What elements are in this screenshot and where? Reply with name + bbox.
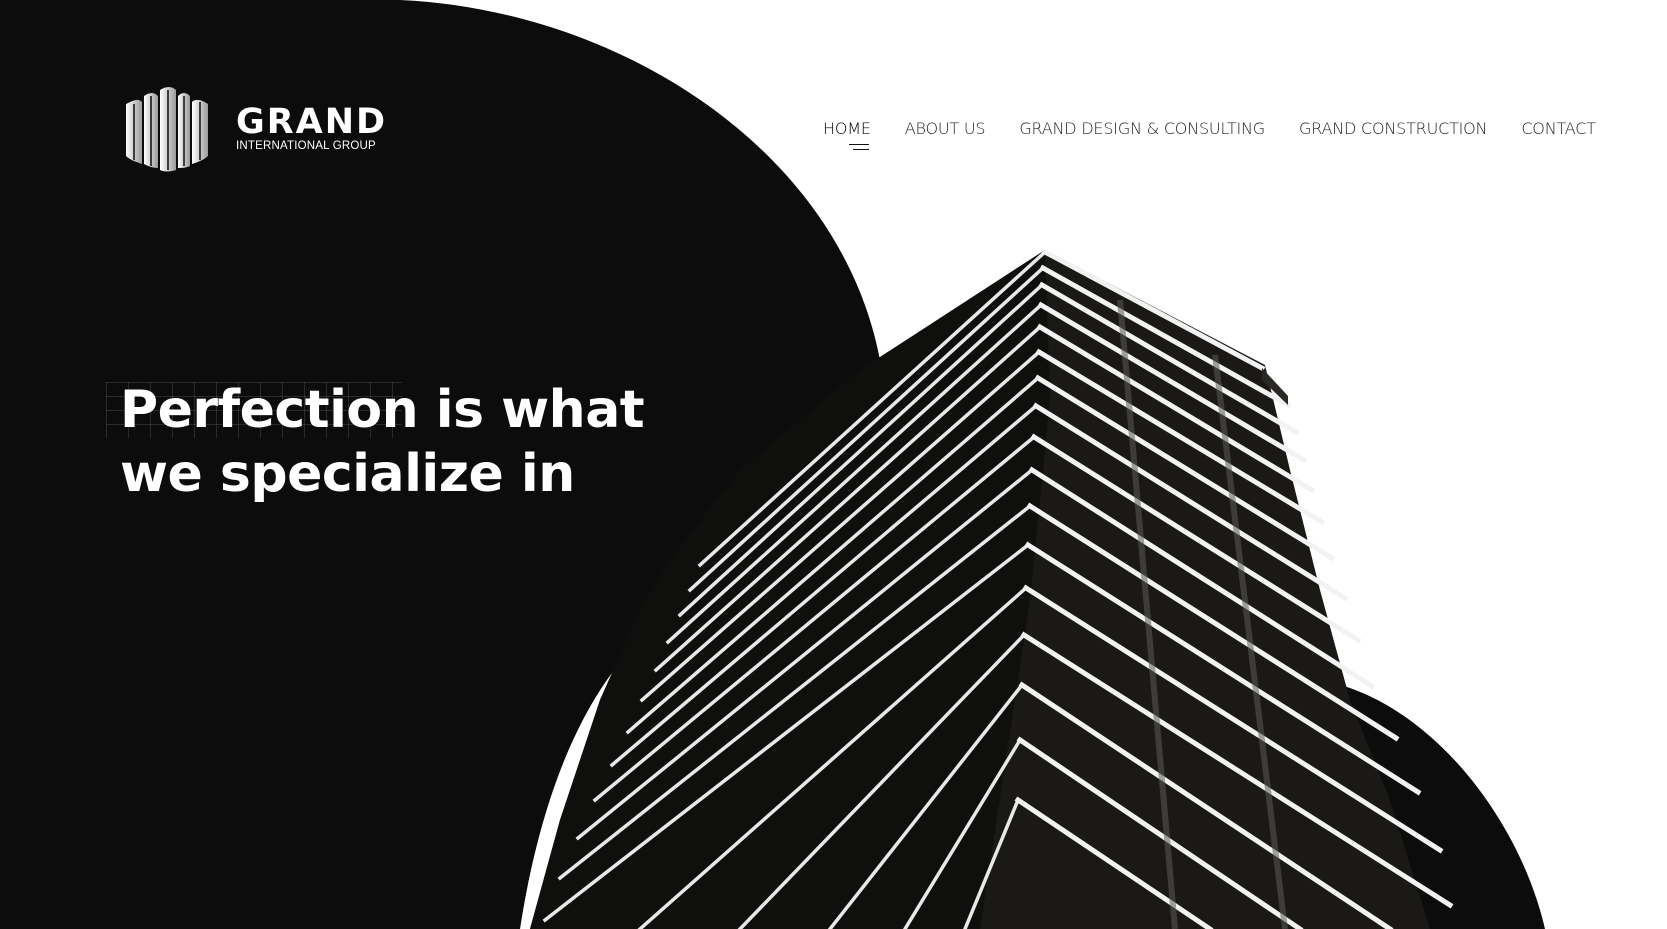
hero-headline: Perfection is what we specialize in [120,378,680,506]
nav-item-grand-construction[interactable]: GRAND CONSTRUCTION [1299,119,1488,138]
brand-tagline: INTERNATIONAL GROUP [236,140,376,152]
nav-item-label: HOME [823,119,871,138]
logo-text: GRAND INTERNATIONAL GROUP [236,105,387,153]
brand-logo[interactable]: GRAND INTERNATIONAL GROUP [124,86,387,172]
landing-page: GRAND INTERNATIONAL GROUP HOME ABOUT US … [0,0,1667,929]
active-indicator [849,144,869,150]
headline-line-1: Perfection is what [120,380,645,440]
brand-name: GRAND [236,102,388,142]
nav-item-home[interactable]: HOME [823,119,871,150]
main-nav: HOME ABOUT US GRAND DESIGN & CONSULTING … [823,119,1596,150]
headline-line-2: we specialize in [120,444,575,504]
logo-building-icon [126,87,208,172]
nav-item-about-us[interactable]: ABOUT US [905,119,986,138]
nav-item-grand-design-consulting[interactable]: GRAND DESIGN & CONSULTING [1019,119,1265,138]
nav-item-contact[interactable]: CONTACT [1521,119,1596,138]
